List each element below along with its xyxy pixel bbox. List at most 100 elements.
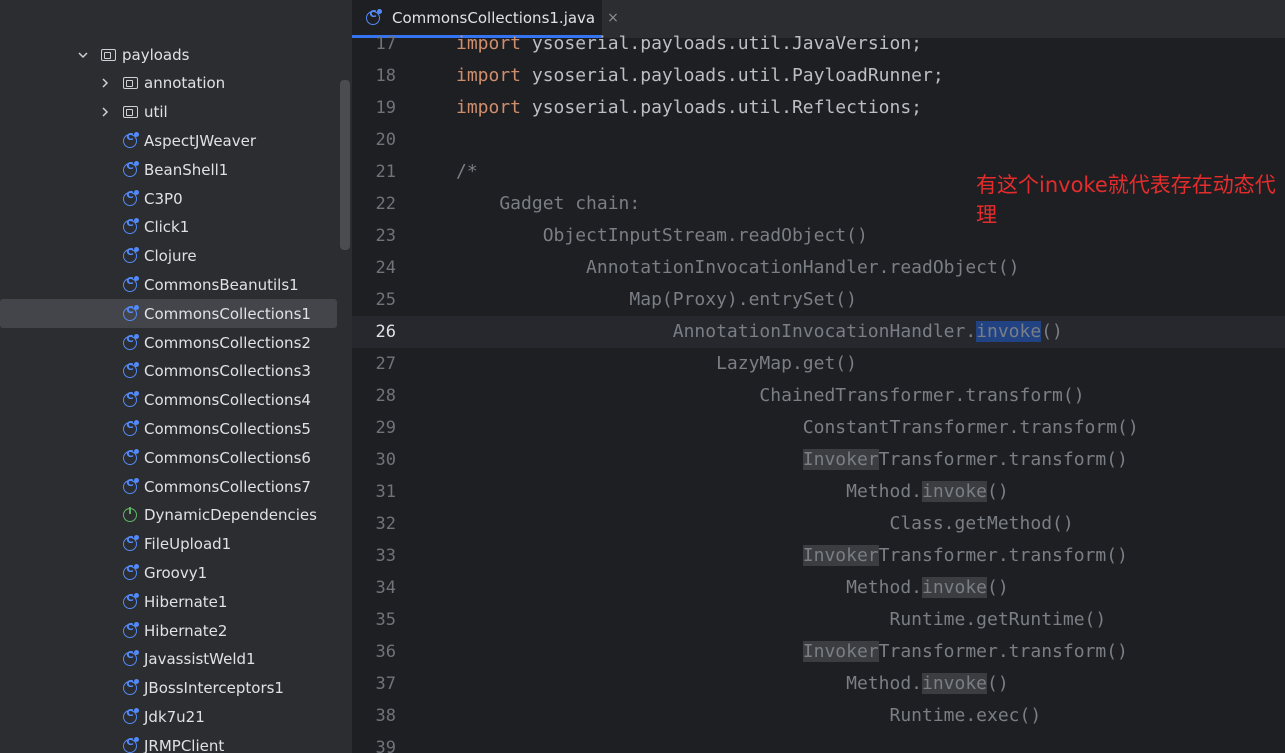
code-token: ysoserial.payloads.util.Reflections; xyxy=(521,97,922,118)
code-line: AnnotationInvocationHandler.invoke() xyxy=(456,316,1063,348)
tree-item-javassistweld1[interactable]: JavassistWeld1 xyxy=(0,645,337,674)
tree-item-label: Click1 xyxy=(144,218,190,237)
tree-item-util[interactable]: util xyxy=(0,98,337,127)
tree-item-commonscollections7[interactable]: CommonsCollections7 xyxy=(0,472,337,501)
line-number: 27 xyxy=(375,354,396,374)
package-folder-icon xyxy=(122,104,138,120)
java-class-icon xyxy=(122,275,139,293)
tree-item-label: CommonsCollections2 xyxy=(144,333,311,352)
tree-item-hibernate1[interactable]: Hibernate1 xyxy=(0,587,337,616)
line-number: 21 xyxy=(375,162,396,182)
tree-item-dynamicdependencies[interactable]: DynamicDependencies xyxy=(0,501,337,530)
code-token: Invoker xyxy=(802,545,879,566)
tree-item-label: C3P0 xyxy=(144,189,183,208)
line-number: 28 xyxy=(375,386,396,406)
code-line: Runtime.getRuntime() xyxy=(456,604,1106,636)
line-number: 18 xyxy=(375,66,396,86)
line-number: 39 xyxy=(375,738,396,753)
line-number: 20 xyxy=(375,130,396,150)
code-line: import ysoserial.payloads.util.Reflectio… xyxy=(456,92,922,124)
project-scrollbar[interactable] xyxy=(340,80,350,250)
code-line: Class.getMethod() xyxy=(456,508,1073,540)
tree-item-beanshell1[interactable]: BeanShell1 xyxy=(0,155,337,184)
code-token: import xyxy=(456,65,522,86)
tree-item-c3p0[interactable]: C3P0 xyxy=(0,184,337,213)
code-token: Transformer.transform() xyxy=(878,449,1128,470)
tree-item-click1[interactable]: Click1 xyxy=(0,213,337,242)
tree-item-label: CommonsCollections6 xyxy=(144,448,311,467)
java-class-icon xyxy=(122,189,139,207)
code-token: Map(Proxy).entrySet() xyxy=(456,289,857,310)
tree-item-label: Hibernate1 xyxy=(144,592,228,611)
java-class-icon xyxy=(122,218,139,235)
code-token: Invoker xyxy=(802,449,879,470)
tree-item-label: Jdk7u21 xyxy=(144,707,205,726)
java-class-icon xyxy=(122,707,139,725)
line-number: 25 xyxy=(375,290,396,310)
code-line: Method.invoke() xyxy=(456,668,1009,700)
code-line: Gadget chain: xyxy=(456,188,640,220)
tree-item-clojure[interactable]: Clojure xyxy=(0,242,337,271)
tree-item-label: annotation xyxy=(144,74,226,93)
tree-item-label: AspectJWeaver xyxy=(144,131,257,150)
java-class-icon xyxy=(366,8,382,26)
chevron-down-icon[interactable] xyxy=(76,48,90,62)
tree-item-label: CommonsCollections5 xyxy=(144,419,311,438)
tree-item-label: payloads xyxy=(122,45,190,64)
tree-item-commonscollections1[interactable]: CommonsCollections1 xyxy=(0,299,337,329)
tree-item-groovy1[interactable]: Groovy1 xyxy=(0,558,337,587)
java-class-icon xyxy=(122,391,139,408)
tree-item-commonscollections2[interactable]: CommonsCollections2 xyxy=(0,328,337,357)
project-panel: payloads annotation util AspectJWeaver BeanS… xyxy=(0,0,352,753)
line-number-gutter: 17 18 19 20 21 22 23 24 25 26 27 28 29 30 31 32 33 34 35 36… xyxy=(352,34,456,753)
tree-item-commonsbeanutils1[interactable]: CommonsBeanutils1 xyxy=(0,270,337,299)
chevron-right-icon[interactable] xyxy=(98,76,112,90)
java-class-icon xyxy=(122,477,139,495)
code-token: ObjectInputStream.readObject() xyxy=(456,225,868,246)
code-area[interactable]: import ysoserial.payloads.util.JavaVersi… xyxy=(456,33,1285,753)
java-class-icon xyxy=(122,650,139,667)
editor-tab-label: CommonsCollections1.java xyxy=(392,8,596,27)
code-editor: CommonsCollections1.java × 17 18 19 20 21 22 2… xyxy=(352,0,1285,753)
tree-item-hibernate2[interactable]: Hibernate2 xyxy=(0,616,337,645)
tree-item-fileupload1[interactable]: FileUpload1 xyxy=(0,530,337,559)
tree-item-payloads[interactable]: payloads xyxy=(0,40,337,69)
code-token: Gadget chain: xyxy=(456,193,641,214)
tree-item-jdk7u21[interactable]: Jdk7u21 xyxy=(0,702,337,731)
tree-item-aspectjweaver[interactable]: AspectJWeaver xyxy=(0,126,337,155)
java-class-icon xyxy=(122,131,139,149)
line-number: 35 xyxy=(375,610,396,630)
code-line: Method.invoke() xyxy=(456,572,1009,604)
java-class-icon xyxy=(122,160,139,178)
code-line: Method.invoke() xyxy=(456,476,1009,508)
tree-item-label: util xyxy=(144,103,168,122)
tree-item-commonscollections3[interactable]: CommonsCollections3 xyxy=(0,357,337,386)
java-class-icon xyxy=(122,621,139,639)
chevron-right-icon[interactable] xyxy=(98,105,112,119)
code-line: import ysoserial.payloads.util.PayloadRu… xyxy=(456,60,944,92)
code-token: Transformer.transform() xyxy=(878,641,1128,662)
tree-item-label: CommonsCollections7 xyxy=(144,477,311,496)
line-number: 29 xyxy=(375,418,396,438)
tree-item-label: Hibernate2 xyxy=(144,621,228,640)
selected-text: invoke xyxy=(976,321,1042,342)
tree-item-jbossinterceptors1[interactable]: JBossInterceptors1 xyxy=(0,674,337,703)
code-line: ChainedTransformer.transform() xyxy=(456,380,1084,412)
code-line: import ysoserial.payloads.util.JavaVersi… xyxy=(456,28,922,60)
line-number: 38 xyxy=(375,706,396,726)
code-token: Transformer.transform() xyxy=(878,545,1128,566)
close-icon[interactable]: × xyxy=(607,10,619,26)
tree-item-commonscollections6[interactable]: CommonsCollections6 xyxy=(0,443,337,472)
code-token: () xyxy=(1041,321,1063,342)
tree-item-jrmpclient[interactable]: JRMPClient xyxy=(0,731,337,753)
tree-item-label: JavassistWeld1 xyxy=(144,650,256,669)
java-interface-icon xyxy=(122,506,138,523)
tree-item-commonscollections4[interactable]: CommonsCollections4 xyxy=(0,386,337,415)
package-folder-icon xyxy=(100,47,116,63)
project-panel-header xyxy=(0,0,352,38)
tree-item-commonscollections5[interactable]: CommonsCollections5 xyxy=(0,414,337,443)
tree-item-annotation[interactable]: annotation xyxy=(0,69,337,98)
